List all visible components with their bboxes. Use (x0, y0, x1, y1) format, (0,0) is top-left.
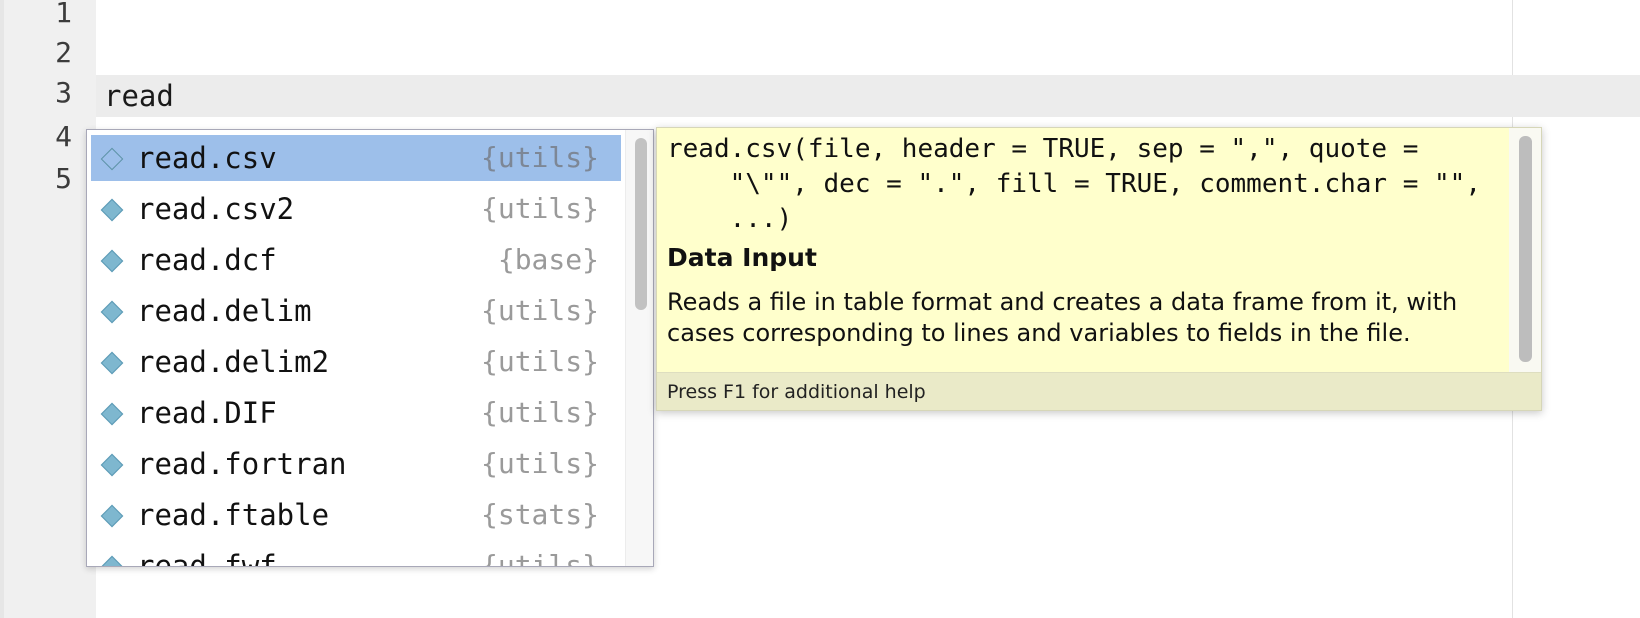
completion-item-name: read.fwf (137, 549, 277, 566)
line-number: 5 (55, 162, 72, 195)
completion-item[interactable]: read.DIF {utils} (91, 390, 621, 436)
completion-item-name: read.ftable (137, 498, 330, 532)
code-line-text[interactable]: read (104, 75, 174, 117)
help-scrollbar-thumb[interactable] (1519, 136, 1532, 362)
function-icon (100, 351, 124, 375)
line-number-gutter: 1 2 3 4 5 (4, 0, 96, 618)
function-icon (100, 147, 124, 171)
help-title: Data Input (667, 243, 817, 272)
completion-item-name: read.csv (137, 141, 277, 175)
help-scrollbar[interactable] (1509, 128, 1541, 372)
completion-scrollbar-thumb[interactable] (635, 138, 647, 310)
code-editor[interactable]: 1 2 3 4 5 read read.csv {utils} read.csv… (0, 0, 1640, 618)
function-icon (100, 555, 124, 566)
completion-item-name: read.delim2 (137, 345, 330, 379)
completion-item[interactable]: read.fwf {utils} (91, 543, 621, 566)
line-number: 3 (55, 76, 72, 109)
function-icon (100, 402, 124, 426)
completion-item-name: read.DIF (137, 396, 277, 430)
completion-item[interactable]: read.csv {utils} (91, 135, 621, 181)
completion-item-package: {stats} (480, 498, 599, 531)
help-content: read.csv(file, header = TRUE, sep = ",",… (667, 132, 1507, 349)
completion-item[interactable]: read.delim {utils} (91, 288, 621, 334)
completion-item-package: {utils} (480, 447, 599, 480)
completion-item-package: {utils} (480, 549, 599, 566)
completion-item-name: read.dcf (137, 243, 277, 277)
help-popup: read.csv(file, header = TRUE, sep = ",",… (656, 127, 1542, 411)
completion-item-package: {base} (497, 243, 599, 276)
function-icon (100, 453, 124, 477)
help-footer: Press F1 for additional help (657, 372, 1541, 410)
help-description: Reads a file in table format and creates… (667, 288, 1458, 347)
completion-scrollbar[interactable] (625, 130, 653, 566)
line-number: 1 (55, 0, 72, 29)
completion-item-package: {utils} (480, 396, 599, 429)
function-signature: read.csv(file, header = TRUE, sep = ",",… (667, 134, 1481, 234)
completion-item[interactable]: read.csv2 {utils} (91, 186, 621, 232)
completion-item-name: read.csv2 (137, 192, 295, 226)
completion-item-name: read.fortran (137, 447, 347, 481)
completion-popup[interactable]: read.csv {utils} read.csv2 {utils} read.… (86, 129, 654, 567)
completion-item[interactable]: read.ftable {stats} (91, 492, 621, 538)
function-icon (100, 300, 124, 324)
completion-item[interactable]: read.delim2 {utils} (91, 339, 621, 385)
completion-item[interactable]: read.dcf {base} (91, 237, 621, 283)
active-line-highlight (96, 75, 1640, 117)
completion-item[interactable]: read.fortran {utils} (91, 441, 621, 487)
completion-item-package: {utils} (480, 294, 599, 327)
completion-item-package: {utils} (480, 345, 599, 378)
line-number: 2 (55, 36, 72, 69)
help-footer-text: Press F1 for additional help (667, 381, 926, 403)
line-number: 4 (55, 120, 72, 153)
completion-item-name: read.delim (137, 294, 312, 328)
function-icon (100, 198, 124, 222)
function-icon (100, 504, 124, 528)
function-icon (100, 249, 124, 273)
completion-item-package: {utils} (480, 141, 599, 174)
completion-list[interactable]: read.csv {utils} read.csv2 {utils} read.… (87, 130, 625, 566)
completion-item-package: {utils} (480, 192, 599, 225)
